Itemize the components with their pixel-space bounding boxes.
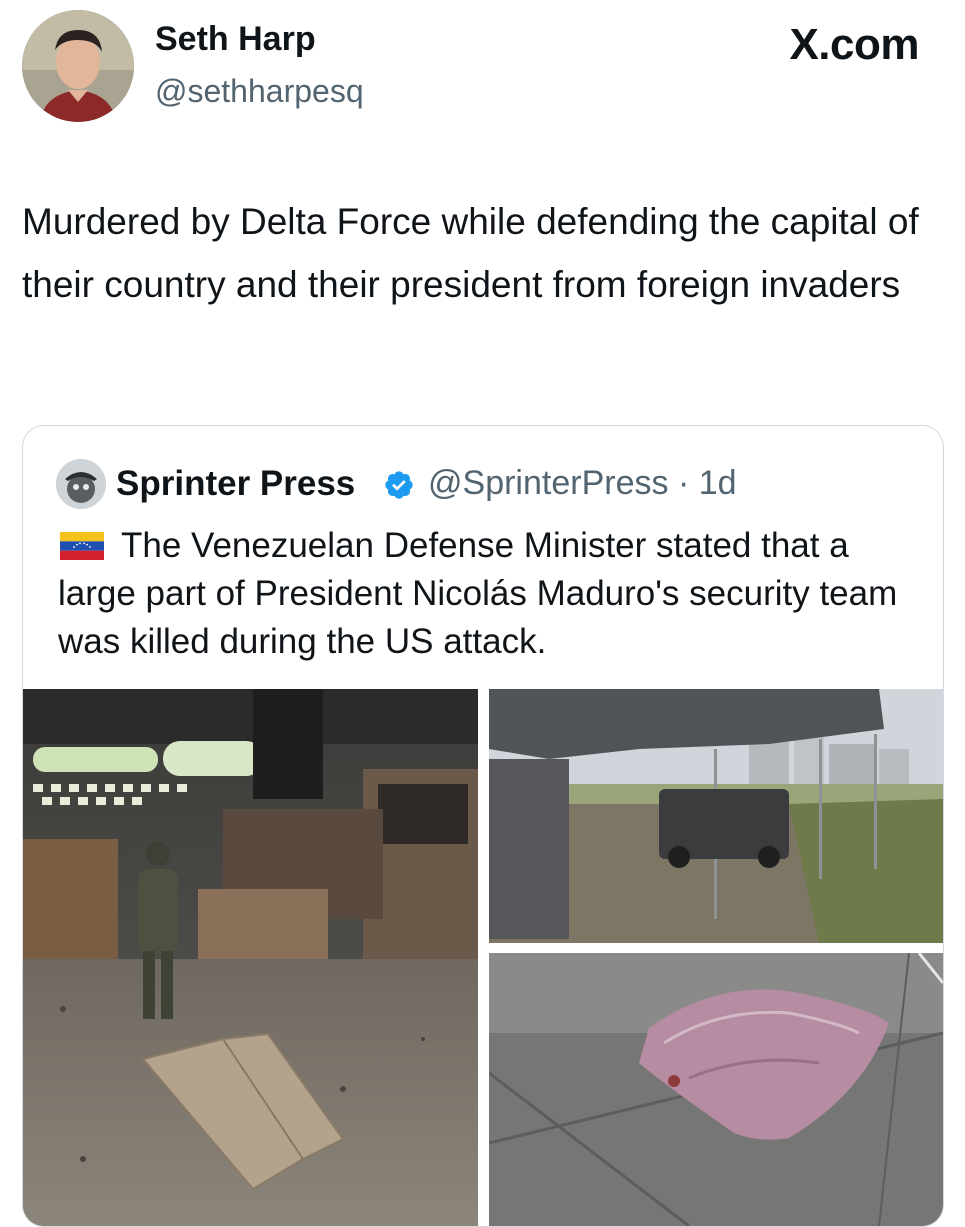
quoted-author-name[interactable]: Sprinter Press: [116, 464, 355, 504]
tweet-text: Murdered by Delta Force while defending …: [22, 201, 919, 305]
quoted-avatar-image: [56, 459, 106, 509]
brand-text: X.com: [789, 20, 919, 69]
quoted-tweet-time: · 1d: [677, 464, 737, 502]
author-handle[interactable]: @sethharpesq: [155, 73, 364, 110]
tent-photo-image: [489, 689, 943, 943]
garage-photo-image: [23, 689, 478, 1226]
covered-body-photo[interactable]: [489, 953, 943, 1226]
verified-badge-icon: [385, 471, 413, 499]
author-name[interactable]: Seth Harp: [155, 20, 316, 59]
quoted-tweet-card[interactable]: Sprinter Press @SprinterPress · 1d The V…: [22, 425, 944, 1227]
quoted-author-meta[interactable]: @SprinterPress · 1d: [428, 464, 737, 503]
quoted-tweet-text: The Venezuelan Defense Minister stated t…: [58, 522, 918, 666]
covered-body-image: [489, 953, 943, 1226]
quoted-author-avatar[interactable]: [56, 459, 106, 509]
burned-vehicles-garage-photo[interactable]: [23, 689, 478, 1226]
quoted-tweet-body: The Venezuelan Defense Minister stated t…: [58, 526, 898, 661]
damaged-truck-under-tent-photo[interactable]: [489, 689, 943, 943]
author-avatar[interactable]: [22, 10, 134, 122]
quoted-author-handle[interactable]: @SprinterPress: [428, 464, 668, 502]
author-avatar-image: [22, 10, 134, 122]
brand-label: X.com: [789, 20, 919, 70]
